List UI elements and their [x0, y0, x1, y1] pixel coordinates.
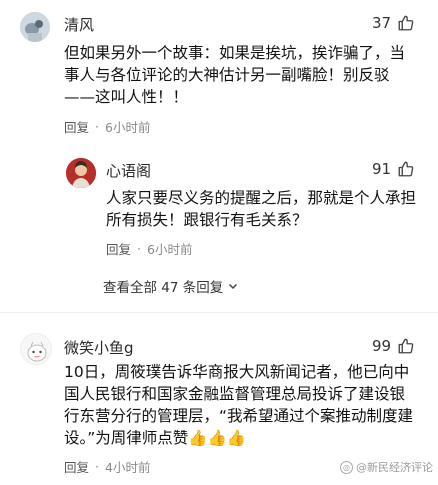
- thumbs-up-icon: [398, 338, 414, 354]
- thumbs-up-icon: [398, 15, 414, 31]
- comment-username[interactable]: 心语阁: [106, 160, 151, 181]
- like-button[interactable]: 91: [372, 160, 415, 178]
- like-count: 91: [372, 160, 392, 178]
- avatar[interactable]: [20, 333, 52, 365]
- comment-time: 4小时前: [105, 460, 151, 475]
- comment-username[interactable]: 微笑小鱼g: [64, 337, 134, 358]
- avatar[interactable]: [20, 12, 50, 42]
- comment-text: 但如果另外一个故事：如果是挨坑，挨诈骗了，当事人与各位评论的大神估计另一副嘴脸！…: [64, 44, 406, 106]
- comment-meta: 回复 · 6小时前: [64, 117, 150, 136]
- watermark-logo-icon: ◎: [340, 460, 353, 474]
- reply-item: 心语阁 91 人家只要尽义务的提醒之后，那就是个人承担所有损失！跟银行有毛关系？…: [0, 150, 438, 270]
- view-all-replies-label: 查看全部 47 条回复: [103, 280, 224, 296]
- separator-dot: ·: [95, 459, 99, 474]
- thumbs-up-icon: [398, 161, 414, 177]
- avatar[interactable]: [66, 158, 96, 188]
- avatar-image: [21, 334, 51, 364]
- watermark-text: @新民经济评论: [356, 461, 433, 474]
- comment-meta: 回复 · 4小时前: [64, 457, 150, 476]
- comment-item: 微笑小鱼g 99 10日，周筱璞告诉华商报大风新闻记者，他已向中国人民银行和国家…: [0, 325, 438, 480]
- comment-time: 6小时前: [105, 120, 151, 135]
- like-button[interactable]: 99: [372, 337, 415, 355]
- like-count: 37: [372, 14, 392, 32]
- avatar-image: [66, 158, 96, 188]
- reply-button[interactable]: 回复: [106, 239, 131, 258]
- separator-dot: ·: [137, 241, 141, 256]
- comment-text: 10日，周筱璞告诉华商报大风新闻记者，他已向中国人民银行和国家金融监督管理总局投…: [64, 363, 414, 447]
- comment-time: 6小时前: [147, 242, 193, 257]
- chevron-down-icon: [229, 283, 238, 290]
- view-all-replies-button[interactable]: 查看全部 47 条回复: [103, 276, 239, 296]
- like-count: 99: [372, 337, 392, 355]
- avatar-image: [20, 12, 50, 42]
- watermark: ◎ @新民经济评论: [340, 459, 433, 475]
- comment-item: 清风 37 但如果另外一个故事：如果是挨坑，挨诈骗了，当事人与各位评论的大神估计…: [0, 0, 438, 140]
- separator-dot: ·: [95, 119, 99, 134]
- like-button[interactable]: 37: [372, 14, 415, 32]
- reply-button[interactable]: 回复: [64, 117, 89, 136]
- comment-username[interactable]: 清风: [64, 14, 94, 35]
- divider: [0, 312, 438, 313]
- comment-text: 人家只要尽义务的提醒之后，那就是个人承担所有损失！跟银行有毛关系？: [106, 189, 417, 229]
- reply-button[interactable]: 回复: [64, 457, 89, 476]
- comment-meta: 回复 · 6小时前: [106, 239, 192, 258]
